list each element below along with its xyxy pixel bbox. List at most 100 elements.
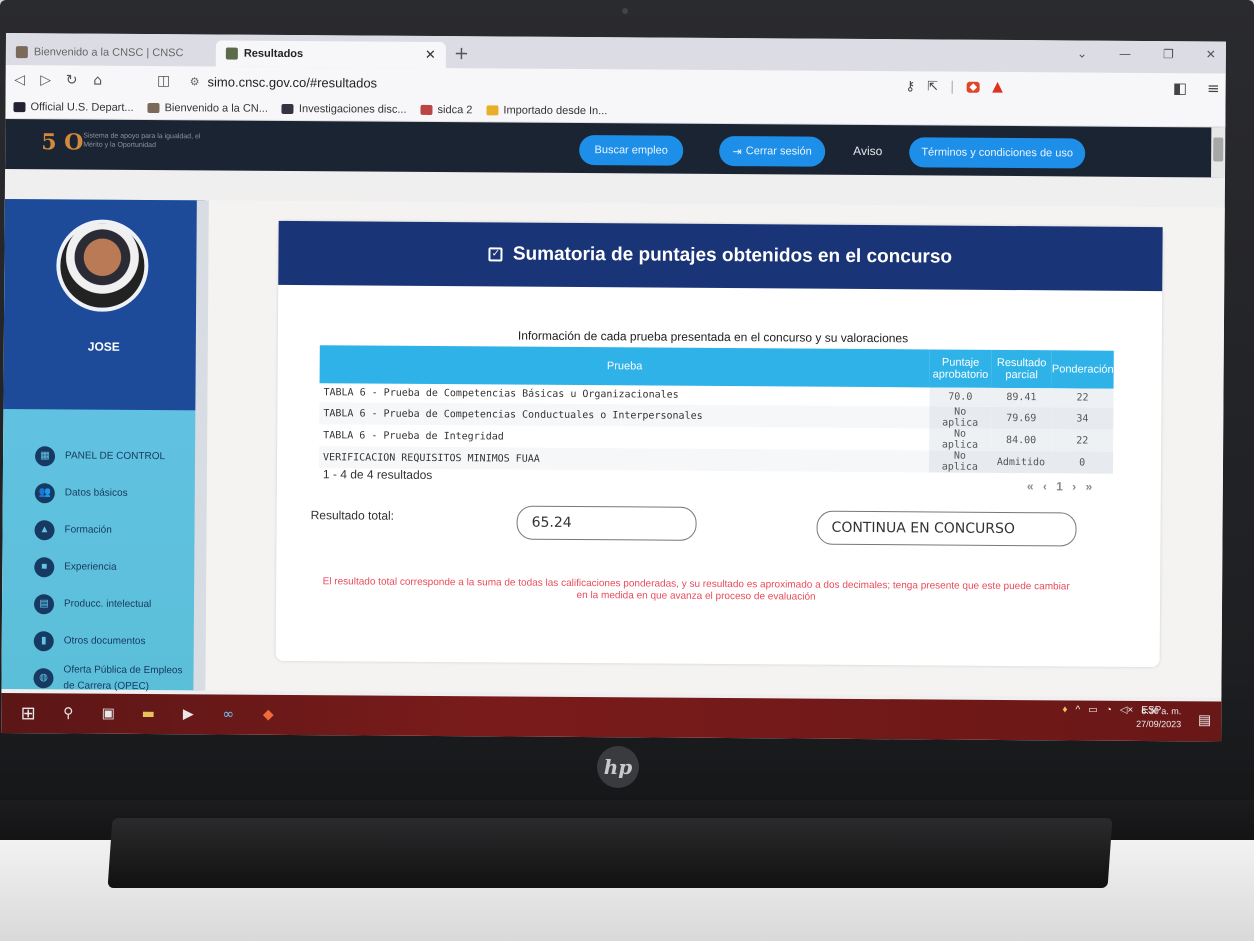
sidebar-item-label: Experiencia — [64, 561, 117, 573]
sidebar-item-formacion[interactable]: ▲ Formación — [2, 511, 202, 549]
button-label: Cerrar sesión — [745, 145, 812, 158]
bookmark-icon[interactable]: ◫ — [156, 73, 172, 89]
column-header[interactable]: Resultado parcial — [991, 349, 1053, 389]
pagination[interactable]: « ‹ 1 › » — [1027, 479, 1095, 493]
new-tab-icon[interactable]: + — [454, 43, 469, 64]
close-tab-icon[interactable]: ✕ — [425, 47, 436, 63]
app-icon[interactable]: ▣ — [95, 701, 121, 727]
bookmark-item[interactable]: Official U.S. Depart... — [13, 100, 134, 114]
graduation-icon: ▲ — [34, 519, 55, 540]
tab-resultados[interactable]: Resultados ✕ — [215, 40, 446, 69]
sidebar-item-datos-basicos[interactable]: 👥 Datos básicos — [3, 474, 203, 512]
sidebar-item-label: Datos básicos — [64, 487, 128, 499]
sidebar-item-experiencia[interactable]: ■ Experiencia — [2, 548, 202, 586]
status-value: CONTINUA EN CONCURSO — [831, 519, 1016, 538]
minimize-icon[interactable]: — — [1119, 47, 1131, 61]
video-app-icon[interactable]: ∞ — [215, 701, 241, 727]
sidebar-toggle-icon[interactable]: ◧ — [1173, 79, 1187, 97]
restore-icon[interactable]: ❐ — [1163, 47, 1174, 61]
sidebar-item-otros-documentos[interactable]: ▮ Otros documentos — [2, 622, 202, 660]
sidebar-item-produccion[interactable]: ▤ Producc. intelectual — [2, 585, 202, 623]
simo-logo[interactable]: 5 O — [41, 129, 83, 155]
chevron-up-icon[interactable]: ^ — [1076, 704, 1081, 715]
button-label: Términos y condiciones de uso — [921, 146, 1074, 160]
result-count: 1 - 4 de 4 resultados — [322, 467, 433, 482]
checkbox-icon: ✓ — [488, 247, 503, 262]
file-explorer-icon[interactable]: ▬ — [135, 701, 161, 727]
bookmark-label: Bienvenido a la CN... — [164, 101, 268, 115]
clock-date: 27/09/2023 — [1136, 718, 1182, 730]
card-title: Sumatoria de puntajes obtenidos en el co… — [512, 243, 953, 268]
sidebar-scrollbar[interactable] — [193, 200, 209, 691]
cerrar-sesion-button[interactable]: ⇥ Cerrar sesión — [719, 135, 826, 167]
aviso-link[interactable]: Aviso — [853, 144, 882, 158]
tray-app-icon[interactable]: ♦ — [1062, 704, 1067, 715]
url-text: simo.cnsc.gov.co/#resultados — [207, 73, 378, 91]
hp-logo: hp — [597, 746, 639, 788]
column-header[interactable]: Puntaje aprobatorio — [929, 349, 992, 388]
page-scrollbar[interactable] — [1211, 127, 1226, 178]
clock[interactable]: 6:30 a. m. 27/09/2023 — [1136, 705, 1181, 731]
total-label: Resultado total: — [310, 508, 395, 523]
avatar — [56, 219, 149, 312]
bookmark-label: Investigaciones disc... — [298, 102, 407, 116]
site-info-icon[interactable]: ⚙ — [190, 75, 200, 88]
media-player-icon[interactable]: ▶ — [175, 701, 201, 727]
volume-icon[interactable]: ◁× — [1120, 705, 1134, 716]
hinge-bar — [107, 818, 1113, 888]
bookmark-item[interactable]: Importado desde In... — [486, 104, 607, 117]
globe-icon: ◍ — [33, 667, 54, 688]
sidebar-item-panel-control[interactable]: ▦ PANEL DE CONTROL — [3, 437, 203, 475]
book-icon: ▤ — [33, 593, 55, 614]
close-window-icon[interactable]: ✕ — [1206, 47, 1216, 61]
key-icon[interactable]: ⚷ — [906, 79, 916, 94]
table-caption: Información de cada prueba presentada en… — [517, 328, 909, 346]
tab-label: Bienvenido a la CNSC | CNSC — [33, 46, 184, 60]
wifi-icon[interactable]: ◔ — [1106, 705, 1112, 716]
status-field: CONTINUA EN CONCURSO — [816, 510, 1077, 547]
bookmark-label: Official U.S. Depart... — [30, 100, 134, 114]
sidebar-item-opec[interactable]: ◍ Oferta Pública de Empleos de Carrera (O… — [1, 659, 201, 697]
tab-cnsc[interactable]: Bienvenido a la CNSC | CNSC — [6, 39, 216, 66]
cell-ponderacion: 22 — [1051, 388, 1114, 408]
start-icon[interactable]: ⊞ — [15, 700, 41, 726]
tab-label: Resultados — [243, 47, 304, 61]
bookmark-item[interactable]: Investigaciones disc... — [281, 102, 407, 116]
card-header: ✓ Sumatoria de puntajes obtenidos en el … — [278, 220, 1163, 292]
bookmark-label: Importado desde In... — [503, 103, 608, 117]
cell-ponderacion: 34 — [1051, 407, 1114, 430]
home-icon[interactable]: ⌂ — [90, 73, 106, 89]
page-body: JOSE ▦ PANEL DE CONTROL 👥 Datos básicos ▲ F… — [1, 198, 1225, 698]
laptop-screen: Bienvenido a la CNSC | CNSC Resultados ✕… — [1, 33, 1226, 742]
chevron-down-icon[interactable]: ⌄ — [1077, 46, 1087, 60]
notifications-icon[interactable]: ▤ — [1198, 712, 1211, 728]
battery-icon[interactable]: ▭ — [1088, 705, 1098, 716]
sidebar-menu: ▦ PANEL DE CONTROL 👥 Datos básicos ▲ Formac… — [1, 409, 203, 697]
terminos-button[interactable]: Términos y condiciones de uso — [909, 137, 1086, 169]
search-icon[interactable]: ⚲ — [55, 700, 81, 726]
dashboard-icon: ▦ — [34, 445, 56, 466]
menu-icon[interactable]: ≡ — [1207, 79, 1220, 97]
buscar-empleo-button[interactable]: Buscar empleo — [579, 135, 684, 166]
brave-shield-icon[interactable]: ◆ — [966, 81, 981, 93]
button-label: Buscar empleo — [594, 144, 668, 157]
disclaimer-note: El resultado total corresponde a la suma… — [322, 576, 1070, 603]
column-header[interactable]: Prueba — [319, 345, 930, 388]
warning-icon[interactable]: ▲ — [992, 79, 1003, 95]
brave-browser-icon[interactable]: ◆ — [255, 702, 281, 728]
url-field[interactable]: ⚙ simo.cnsc.gov.co/#resultados — [182, 69, 896, 98]
reload-icon[interactable]: ↻ — [64, 72, 80, 88]
column-header[interactable]: Ponderación — [1051, 350, 1114, 389]
cell-puntaje: 70.0 — [929, 387, 992, 407]
sidebar-item-label: Formación — [64, 524, 112, 536]
scrollbar-thumb[interactable] — [1213, 137, 1224, 162]
back-icon[interactable]: ◁ — [12, 72, 28, 88]
logo-tagline: Sistema de apoyo para la igualdad, el Mé… — [83, 132, 201, 150]
sidebar-item-label: PANEL DE CONTROL — [65, 450, 166, 463]
forward-icon[interactable]: ▷ — [38, 72, 54, 88]
bookmark-item[interactable]: Bienvenido a la CN... — [147, 101, 268, 115]
sidebar-item-label: Oferta Pública de Empleos de Carrera (OP… — [63, 663, 183, 692]
total-value: 65.24 — [531, 514, 572, 531]
share-icon[interactable]: ⇱ — [927, 79, 938, 94]
bookmark-item[interactable]: sidca 2 — [420, 103, 472, 116]
